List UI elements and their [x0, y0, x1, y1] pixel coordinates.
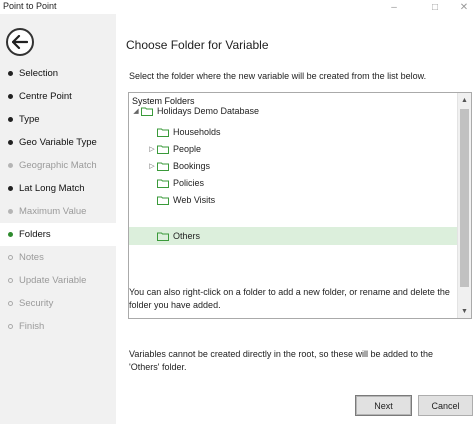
step-type[interactable]: Type — [0, 108, 116, 131]
close-icon[interactable]: ✕ — [454, 0, 474, 14]
arrow-left-icon — [12, 35, 28, 49]
tree-node[interactable]: ▷ Bookings — [129, 158, 457, 174]
tree-node[interactable]: Policies — [129, 175, 457, 191]
tree-node-label: People — [173, 144, 202, 154]
step-geo-variable-type[interactable]: Geo Variable Type — [0, 131, 116, 154]
step-label: Type — [19, 114, 40, 125]
window-title: Point to Point — [3, 1, 57, 11]
step-dot-icon — [8, 117, 13, 122]
tree-node-label: Households — [173, 127, 221, 137]
tree-node-label: Web Visits — [173, 195, 216, 205]
step-dot-icon — [8, 232, 13, 237]
tree-node[interactable]: ◢ Holidays Demo Database — [129, 103, 457, 119]
expand-toggle-icon[interactable]: ◢ — [131, 107, 141, 115]
help-text-root: Variables cannot be created directly in … — [129, 349, 434, 372]
step-folders[interactable]: Folders — [0, 223, 116, 246]
step-label: Lat Long Match — [19, 183, 85, 194]
point-to-point-window: Point to Point – □ ✕ Selection Centre Po… — [0, 0, 474, 424]
tree-node[interactable]: ▷ People — [129, 141, 457, 157]
folder-icon — [157, 179, 169, 188]
step-dot-icon — [8, 186, 13, 191]
step-label: Folders — [19, 229, 51, 240]
step-dot-icon — [8, 71, 13, 76]
tree-node-label: Holidays Demo Database — [157, 106, 260, 116]
step-centre-point[interactable]: Centre Point — [0, 85, 116, 108]
scroll-thumb[interactable] — [460, 109, 469, 287]
step-dot-icon — [8, 301, 13, 306]
help-text-rename: You can also right-click on a folder to … — [129, 287, 450, 310]
tree-node[interactable]: Households — [129, 124, 457, 140]
step-label: Finish — [19, 321, 45, 332]
cancel-button[interactable]: Cancel — [418, 395, 473, 416]
step-label: Maximum Value — [19, 206, 87, 217]
step-maximum-value: Maximum Value — [0, 200, 116, 223]
expand-toggle-icon[interactable]: ▷ — [147, 162, 157, 170]
back-button[interactable] — [6, 28, 34, 56]
wizard-steps: Selection Centre Point Type Geo Variable… — [0, 62, 116, 338]
folder-icon — [157, 145, 169, 154]
step-dot-icon — [8, 324, 13, 329]
step-dot-icon — [8, 140, 13, 145]
tree-node-label: Others — [173, 231, 201, 241]
tree-node-label: Policies — [173, 178, 205, 188]
tree-node[interactable]: Others — [129, 227, 457, 245]
step-update-variable[interactable]: Update Variable — [0, 269, 116, 292]
page-title: Choose Folder for Variable — [126, 38, 269, 52]
next-button[interactable]: Next — [355, 395, 412, 416]
step-label: Geo Variable Type — [19, 137, 97, 148]
tree-node-label: Bookings — [173, 161, 211, 171]
tree-scrollbar[interactable]: ▲ ▼ — [457, 93, 471, 318]
tree-node[interactable]: Web Visits — [129, 192, 457, 208]
maximize-icon[interactable]: □ — [425, 0, 445, 14]
step-dot-icon — [8, 163, 13, 168]
main-panel: Choose Folder for Variable Select the fo… — [116, 14, 474, 424]
expand-toggle-icon[interactable]: ▷ — [147, 145, 157, 153]
step-dot-icon — [8, 94, 13, 99]
step-dot-icon — [8, 209, 13, 214]
step-label: Geographic Match — [19, 160, 97, 171]
folder-icon — [157, 196, 169, 205]
scroll-up-icon[interactable]: ▲ — [458, 93, 471, 107]
step-finish[interactable]: Finish — [0, 315, 116, 338]
folder-icon — [141, 107, 153, 116]
step-notes[interactable]: Notes — [0, 246, 116, 269]
step-selection[interactable]: Selection — [0, 62, 116, 85]
step-label: Notes — [19, 252, 44, 263]
step-label: Centre Point — [19, 91, 72, 102]
wizard-sidebar: Selection Centre Point Type Geo Variable… — [0, 14, 116, 424]
minimize-icon[interactable]: – — [384, 0, 404, 14]
folder-tree[interactable]: System Folders ◢ Holidays Demo Database Ho… — [128, 92, 472, 319]
step-dot-icon — [8, 278, 13, 283]
instruction-text: Select the folder where the new variable… — [129, 71, 427, 81]
folder-icon — [157, 128, 169, 137]
step-label: Selection — [19, 68, 59, 79]
step-security[interactable]: Security — [0, 292, 116, 315]
step-dot-icon — [8, 255, 13, 260]
step-geographic-match: Geographic Match — [0, 154, 116, 177]
folder-icon — [157, 232, 169, 241]
folder-icon — [157, 162, 169, 171]
step-lat-long-match[interactable]: Lat Long Match — [0, 177, 116, 200]
title-bar: Point to Point – □ ✕ — [0, 0, 474, 14]
step-label: Security — [19, 298, 54, 309]
step-label: Update Variable — [19, 275, 87, 286]
